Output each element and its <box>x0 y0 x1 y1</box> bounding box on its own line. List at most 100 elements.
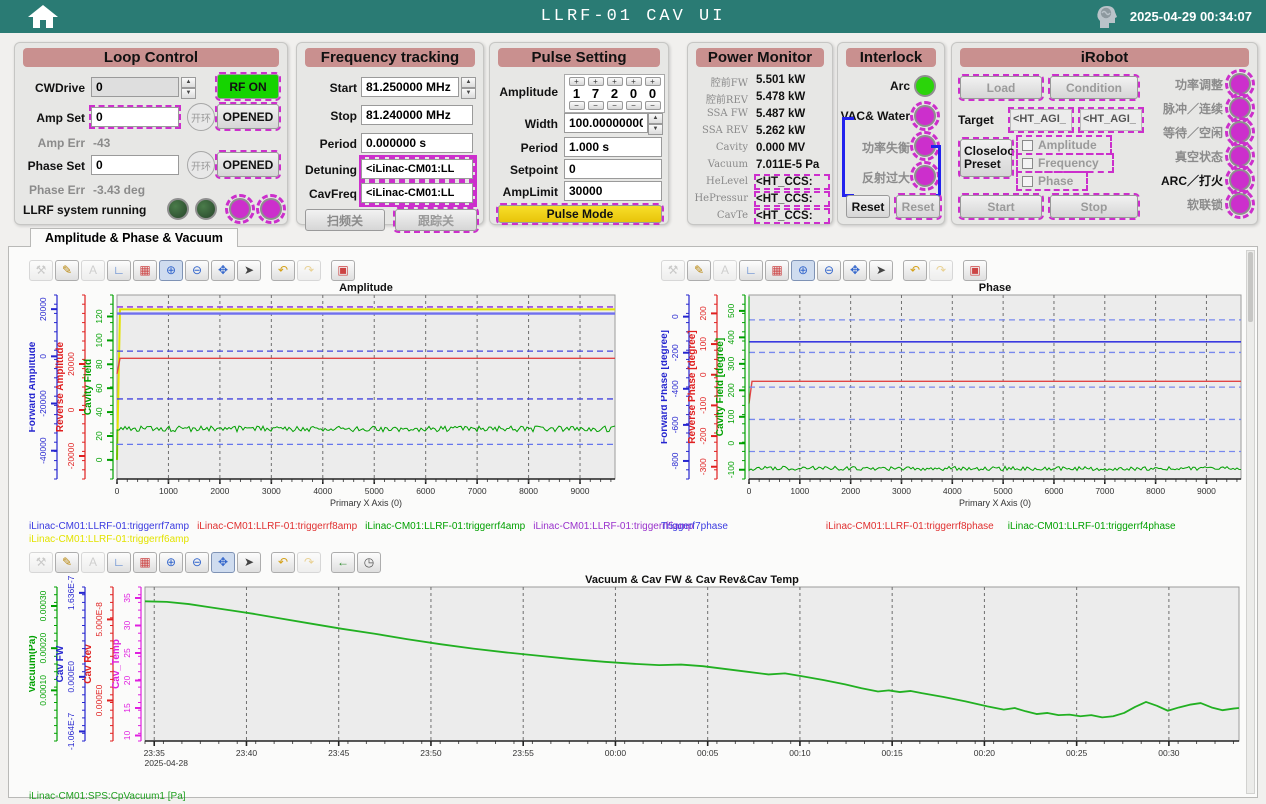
digit-decrement-button[interactable]: − <box>588 101 604 110</box>
amplimit-input[interactable] <box>564 181 662 201</box>
amp-open-loop-button[interactable]: 开环 <box>187 103 215 131</box>
rf-on-button[interactable]: RF ON <box>217 74 279 99</box>
digit-increment-button[interactable]: + <box>626 77 642 86</box>
digit-decrement-button[interactable]: − <box>645 101 661 110</box>
auto-scale-icon[interactable]: ∟ <box>739 260 763 281</box>
start-button[interactable]: Start <box>960 195 1042 218</box>
spin-up-icon[interactable]: ▲ <box>648 113 663 124</box>
load-button[interactable]: Load <box>960 76 1042 99</box>
ft-row-input[interactable] <box>361 183 473 203</box>
scroll-latest-icon[interactable]: ← <box>331 552 355 573</box>
svg-text:0: 0 <box>115 486 120 496</box>
digit-decrement-button[interactable]: − <box>569 101 585 110</box>
snapshot-icon[interactable]: ▣ <box>331 260 355 281</box>
irobot-status-led <box>1229 169 1251 191</box>
checkbox-frequency[interactable]: Frequency <box>1018 155 1112 171</box>
auto-scale-icon[interactable]: ∟ <box>107 552 131 573</box>
phase-chart[interactable]: Phase01000200030004000500060007000800090… <box>661 281 1253 518</box>
pointer-icon[interactable]: ➤ <box>237 552 261 573</box>
amplitude-digit-spinner[interactable]: +1−+7−+2−+0−+0− <box>564 74 665 113</box>
svg-text:5.000E-8: 5.000E-8 <box>94 602 104 637</box>
loop-control-panel: Loop Control CWDrive ▲▼ RF ON Amp Set 开环… <box>14 42 288 225</box>
checkbox-phase[interactable]: Phase <box>1018 173 1086 189</box>
stagger-axes-icon[interactable]: ▦ <box>133 260 157 281</box>
undo-icon[interactable]: ↶ <box>903 260 927 281</box>
spin-down-icon[interactable]: ▼ <box>181 88 196 99</box>
time-range-icon[interactable]: ◷ <box>357 552 381 573</box>
add-annotation-icon[interactable]: ✎ <box>55 260 79 281</box>
width-input[interactable] <box>564 113 648 133</box>
add-annotation-icon[interactable]: ✎ <box>687 260 711 281</box>
phase-opened-button[interactable]: OPENED <box>217 152 279 177</box>
ft-spinner[interactable]: ▲▼ <box>461 77 476 99</box>
pan-icon[interactable]: ✥ <box>211 260 235 281</box>
zoom-out-icon[interactable]: ⊖ <box>185 260 209 281</box>
closeloop-preset-button[interactable]: CloselooPreset <box>960 139 1012 177</box>
add-annotation-icon[interactable]: ✎ <box>55 552 79 573</box>
ft-row-input[interactable] <box>361 133 473 153</box>
reset-button[interactable]: Reset <box>846 195 890 218</box>
track-off-button[interactable]: 跟踪关 <box>395 209 477 231</box>
digit-decrement-button[interactable]: − <box>607 101 623 110</box>
setpoint-input[interactable] <box>564 159 662 179</box>
zoom-in-icon[interactable]: ⊕ <box>791 260 815 281</box>
condition-button[interactable]: Condition <box>1050 76 1138 99</box>
spin-up-icon[interactable]: ▲ <box>181 77 196 88</box>
tab-amplitude-phase-vacuum[interactable]: Amplitude & Phase & Vacuum <box>30 228 238 247</box>
digit-increment-button[interactable]: + <box>588 77 604 86</box>
spin-down-icon[interactable]: ▼ <box>648 124 663 135</box>
digit-increment-button[interactable]: + <box>645 77 661 86</box>
snapshot-icon[interactable]: ▣ <box>963 260 987 281</box>
phase-set-input[interactable] <box>91 155 179 175</box>
amp-opened-button[interactable]: OPENED <box>217 104 279 129</box>
cwdrive-spinner[interactable]: ▲▼ <box>181 77 196 99</box>
svg-text:0.00030: 0.00030 <box>38 590 48 621</box>
digit-decrement-button[interactable]: − <box>626 101 642 110</box>
svg-text:0: 0 <box>66 407 76 412</box>
auto-scale-icon[interactable]: ∟ <box>107 260 131 281</box>
digit-increment-button[interactable]: + <box>569 77 585 86</box>
vertical-scrollbar[interactable] <box>1246 250 1255 794</box>
stagger-axes-icon[interactable]: ▦ <box>765 260 789 281</box>
reset-remote-button[interactable]: Reset <box>896 195 940 218</box>
svg-text:9000: 9000 <box>1197 486 1216 496</box>
zoom-out-icon[interactable]: ⊖ <box>185 552 209 573</box>
cwdrive-label: CWDrive <box>23 81 85 95</box>
zoom-out-icon[interactable]: ⊖ <box>817 260 841 281</box>
stagger-axes-icon[interactable]: ▦ <box>133 552 157 573</box>
interlock-led <box>914 105 936 127</box>
vacuum-chart[interactable]: Vacuum & Cav FW & Cav Rev&Cav Temp23:352… <box>29 573 1251 788</box>
ft-row-input[interactable] <box>361 159 473 179</box>
pointer-icon[interactable]: ➤ <box>869 260 893 281</box>
digit-increment-button[interactable]: + <box>607 77 623 86</box>
checkbox-icon[interactable] <box>1022 140 1033 151</box>
ft-row-input[interactable] <box>361 105 473 125</box>
undo-icon[interactable]: ↶ <box>271 260 295 281</box>
zoom-in-icon[interactable]: ⊕ <box>159 552 183 573</box>
svg-text:40: 40 <box>94 407 104 417</box>
svg-text:1000: 1000 <box>159 486 178 496</box>
chart-container: ⚒✎A∟▦⊕⊖✥➤↶↷▣ Amplitude010002000300040005… <box>8 246 1258 798</box>
amp-set-input[interactable] <box>91 107 179 127</box>
amplitude-chart[interactable]: Amplitude0100020003000400050006000700080… <box>29 281 635 518</box>
ft-row-label: Detuning <box>299 163 357 177</box>
pointer-icon[interactable]: ➤ <box>237 260 261 281</box>
ai-brain-icon[interactable] <box>1094 4 1120 30</box>
scrollbar-thumb[interactable] <box>1248 252 1253 322</box>
checkbox-icon[interactable] <box>1022 176 1033 187</box>
pan-icon[interactable]: ✥ <box>843 260 867 281</box>
zoom-in-icon[interactable]: ⊕ <box>159 260 183 281</box>
ft-row-input[interactable] <box>361 77 459 97</box>
sweep-off-button[interactable]: 扫频关 <box>305 209 385 231</box>
width-spinner[interactable]: ▲▼ <box>648 113 663 135</box>
phase-chart-block: ⚒✎A∟▦⊕⊖✥➤↶↷▣ Phase0100020003000400050006… <box>661 259 1253 533</box>
pan-icon[interactable]: ✥ <box>211 552 235 573</box>
period-input[interactable] <box>564 137 662 157</box>
checkbox-amplitude[interactable]: Amplitude <box>1018 137 1110 153</box>
undo-icon[interactable]: ↶ <box>271 552 295 573</box>
phase-open-loop-button[interactable]: 开环 <box>187 151 215 179</box>
stop-button[interactable]: Stop <box>1050 195 1138 218</box>
checkbox-icon[interactable] <box>1022 158 1033 169</box>
pulse-mode-button[interactable]: Pulse Mode <box>498 205 662 223</box>
cwdrive-input[interactable] <box>91 77 179 97</box>
